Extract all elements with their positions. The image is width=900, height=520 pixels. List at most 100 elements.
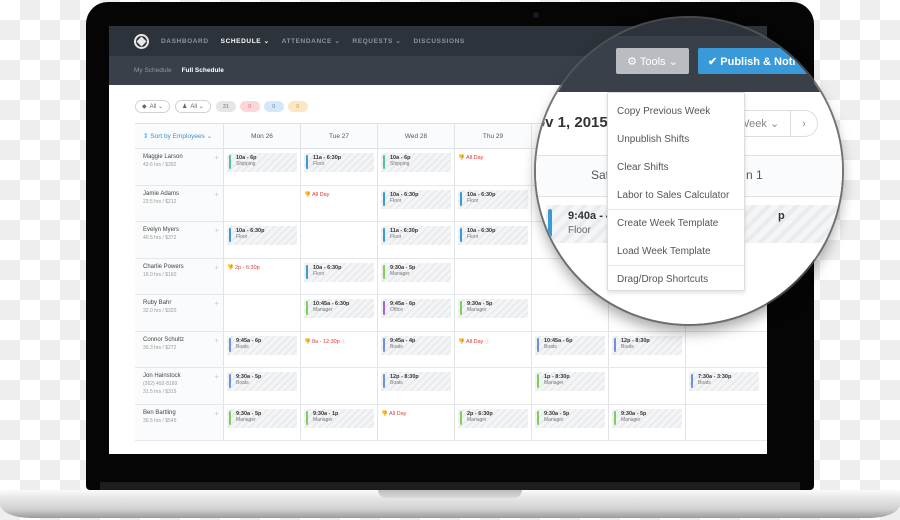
menu-item[interactable]: Clear Shifts — [608, 153, 744, 181]
day-cell[interactable]: 1p - 8:30p Manager — [531, 368, 608, 404]
day-cell[interactable]: 9:45a - 6p Boats — [223, 331, 300, 367]
shift-card[interactable]: 10a - 6:30p Floor — [458, 226, 528, 245]
day-cell[interactable]: 10:45a - 6:30p Manager — [300, 295, 377, 331]
menu-item[interactable]: Create Week Template — [608, 209, 744, 237]
day-cell[interactable]: 7:30a - 3:30p Boats — [685, 368, 762, 404]
status-count-badge[interactable]: 0 — [263, 101, 284, 112]
add-shift-icon[interactable]: + — [214, 226, 219, 235]
shift-card[interactable]: 2p - 6:30p Manager — [458, 408, 528, 428]
menu-item[interactable]: Copy Previous Week — [608, 97, 744, 125]
nav-discussions[interactable]: DISCUSSIONS — [413, 38, 464, 45]
day-cell[interactable]: 10a - 6p Shipping — [377, 149, 454, 185]
shift-card[interactable]: 10:45a - 6:30p Manager — [304, 299, 374, 318]
day-cell[interactable]: 10:45a - 6p Boats — [531, 331, 608, 367]
day-cell[interactable]: 10a - 6:30p Floor — [223, 222, 300, 258]
day-cell[interactable]: 👎 All Day — [300, 185, 377, 221]
logo-icon[interactable] — [134, 33, 149, 49]
day-cell[interactable] — [454, 368, 531, 404]
add-shift-icon[interactable]: + — [214, 153, 219, 162]
day-cell[interactable] — [454, 258, 531, 294]
status-count-badge[interactable]: 0 — [287, 101, 308, 112]
menu-item[interactable]: Load Week Template — [608, 237, 744, 265]
time-off[interactable]: 👎 2p - 6:30p — [227, 263, 297, 271]
employee-cell[interactable]: Jamie Adams 23.5 hrs / $212 + — [135, 185, 223, 221]
day-cell[interactable] — [685, 331, 762, 367]
day-cell[interactable] — [685, 404, 762, 440]
shift-card[interactable]: 9:45a - 6p Office — [381, 299, 451, 318]
day-cell[interactable] — [300, 368, 377, 404]
shift-card[interactable]: 9:45a - 4p Boats — [381, 335, 451, 355]
shift-card[interactable]: 10a - 6p Shipping — [381, 153, 451, 172]
employee-cell[interactable]: Maggie Larson 43.6 hrs / $392 + — [135, 149, 223, 185]
employee-cell[interactable]: Connor Schultz 30.3 hrs / $272 + — [135, 331, 223, 367]
day-cell[interactable]: 12p - 8:30p Boats — [377, 368, 454, 404]
day-cell[interactable]: 10a - 6:30p Floor — [377, 185, 454, 221]
shift-card[interactable]: 9:30a - 5p Manager — [458, 299, 528, 318]
shift-card[interactable]: 9:30a - 5p Manager — [227, 408, 297, 428]
day-cell[interactable]: 9:30a - 5p Manager — [223, 404, 300, 440]
shift-card[interactable]: 10a - 6:30p Floor — [227, 226, 297, 245]
status-count-badge[interactable]: 0 — [239, 101, 260, 112]
shift-card[interactable]: 1p - 8:30p Manager — [535, 372, 605, 391]
shift-card[interactable]: 11a - 6:30p Floor — [304, 153, 374, 172]
shift-card[interactable]: 11a - 6:30p Floor — [381, 226, 451, 245]
menu-item[interactable]: Drag/Drop Shortcuts — [608, 265, 744, 293]
add-shift-icon[interactable]: + — [214, 263, 219, 272]
day-cell[interactable]: 👎 8a - 12:30p ⓘ — [300, 331, 377, 367]
position-filter[interactable]: ◆ All ⌄ — [135, 100, 170, 113]
time-off[interactable]: 👎 8a - 12:30p ⓘ — [304, 336, 374, 345]
day-cell[interactable]: 9:45a - 4p Boats — [377, 331, 454, 367]
day-cell[interactable]: 👎 All Day — [377, 404, 454, 440]
employee-cell[interactable]: Evelyn Myers 40.5 hrs / $372 + — [135, 222, 223, 258]
day-cell[interactable]: 9:30a - 5p Manager — [608, 404, 685, 440]
shift-card[interactable]: 10a - 6:30p Floor — [458, 189, 528, 209]
nav-attendance[interactable]: ATTENDANCE ⌄ — [282, 37, 341, 45]
info-icon[interactable]: ⓘ — [340, 339, 346, 345]
day-cell[interactable]: 10a - 6:30p Floor — [454, 185, 531, 221]
day-cell[interactable]: 👎 2p - 6:30p — [223, 258, 300, 294]
info-icon[interactable]: ⓘ — [483, 339, 490, 345]
day-cell[interactable]: 9:30a - 5p Manager — [377, 258, 454, 294]
shift-card[interactable]: 10a - 6:30p Floor — [304, 262, 374, 282]
shift-card[interactable]: 9:30a - 5p Manager — [612, 408, 682, 428]
day-cell[interactable]: 9:30a - 5p Manager — [454, 295, 531, 331]
day-cell[interactable]: 2p - 6:30p Manager — [454, 404, 531, 440]
time-off[interactable]: 👎 All Day — [381, 409, 451, 417]
menu-item[interactable]: Unpublish Shifts — [608, 125, 744, 153]
shift-card[interactable]: 9:45a - 6p Boats — [227, 335, 297, 355]
time-off[interactable]: 👎 All Day ⓘ — [458, 336, 528, 345]
day-cell[interactable] — [300, 222, 377, 258]
employee-cell[interactable]: Ben Bartling 30.5 hrs / $549 + — [135, 404, 223, 440]
shift-card[interactable]: 10:45a - 6p Boats — [535, 335, 605, 355]
add-shift-icon[interactable]: + — [214, 336, 219, 345]
publish-notify-button[interactable]: ✔ Publish & Noti — [698, 48, 842, 74]
time-off[interactable]: 👎 All Day — [304, 190, 374, 198]
subnav-full-schedule[interactable]: Full Schedule — [182, 67, 224, 74]
shift-card[interactable]: 10a - 6p Shipping — [227, 153, 297, 172]
add-shift-icon[interactable]: + — [214, 299, 219, 308]
next-week-button[interactable]: › — [790, 110, 818, 137]
employee-cell[interactable]: Jon Hainstock (262) 492-8169 31.5 hrs / $3… — [135, 368, 223, 404]
subnav-my-schedule[interactable]: My Schedule — [134, 67, 172, 74]
day-cell[interactable]: 9:30a - 5p Boats — [223, 368, 300, 404]
add-shift-icon[interactable]: + — [214, 372, 219, 381]
day-cell[interactable]: 👎 All Day — [454, 149, 531, 185]
status-count-badge[interactable]: 31 — [215, 101, 236, 112]
nav-requests[interactable]: REQUESTS ⌄ — [352, 37, 401, 45]
nav-dashboard[interactable]: DASHBOARD — [161, 38, 209, 45]
shift-card[interactable]: 7:30a - 3:30p Boats — [689, 372, 759, 391]
day-cell[interactable]: 10a - 6p Shipping — [223, 149, 300, 185]
nav-schedule[interactable]: SCHEDULE ⌄ — [221, 37, 270, 45]
day-cell[interactable]: 11a - 6:30p Floor — [377, 222, 454, 258]
employee-cell[interactable]: Charlie Powers 16.0 hrs / $160 + — [135, 258, 223, 294]
shift-card[interactable]: 12p - 8:30p Boats — [612, 335, 682, 355]
employee-filter[interactable]: ♟ All ⌄ — [175, 100, 211, 113]
shift-card[interactable]: 10a - 6:30p Floor — [381, 189, 451, 209]
day-cell[interactable]: 10a - 6:30p Floor — [454, 222, 531, 258]
day-cell[interactable]: 11a - 6:30p Floor — [300, 149, 377, 185]
shift-card[interactable]: 9:30a - 5p Manager — [381, 262, 451, 282]
day-cell[interactable]: 10a - 6:30p Floor — [300, 258, 377, 294]
tools-button[interactable]: ⚙ Tools ⌄ — [616, 48, 689, 74]
employee-cell[interactable]: Ruby Bahr 32.0 hrs / $320 + — [135, 295, 223, 331]
day-cell[interactable] — [223, 185, 300, 221]
